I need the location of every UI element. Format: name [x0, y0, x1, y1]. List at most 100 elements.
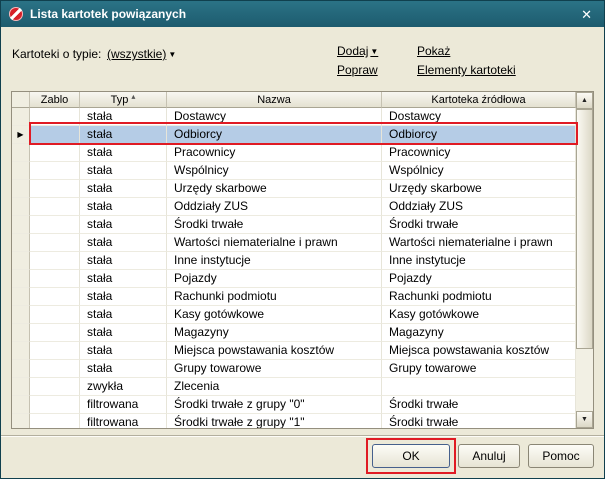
- link-dodaj[interactable]: Dodaj ▼: [337, 44, 417, 58]
- table-row[interactable]: stała Oddziały ZUS Oddziały ZUS: [12, 198, 576, 216]
- cell-nazwa: Oddziały ZUS: [167, 198, 382, 216]
- cell-typ: stała: [80, 270, 167, 288]
- table-row[interactable]: stała Magazyny Magazyny: [12, 324, 576, 342]
- cell-zablokowana: [30, 252, 80, 270]
- row-marker: [12, 180, 30, 198]
- cell-kartoteka-zrodlowa: Inne instytucje: [382, 252, 576, 270]
- help-button[interactable]: Pomoc: [528, 444, 594, 468]
- cell-zablokowana: [30, 108, 80, 126]
- header-nazwa[interactable]: Nazwa: [167, 92, 382, 108]
- table-row[interactable]: zwykła Zlecenia: [12, 378, 576, 396]
- row-marker: [12, 252, 30, 270]
- header-zablokowana[interactable]: Zablo: [30, 92, 80, 108]
- cell-kartoteka-zrodlowa: Pracownicy: [382, 144, 576, 162]
- cell-nazwa: Grupy towarowe: [167, 360, 382, 378]
- table-row[interactable]: filtrowana Środki trwałe z grupy "1" Śro…: [12, 414, 576, 428]
- cell-typ: zwykła: [80, 378, 167, 396]
- link-pokaz[interactable]: Pokaż: [417, 44, 516, 58]
- table-row[interactable]: stała Środki trwałe Środki trwałe: [12, 216, 576, 234]
- table-row[interactable]: stała Wspólnicy Wspólnicy: [12, 162, 576, 180]
- row-marker: [12, 216, 30, 234]
- header-kartoteka-zrodlowa[interactable]: Kartoteka źródłowa: [382, 92, 576, 108]
- table-row[interactable]: stała Rachunki podmiotu Rachunki podmiot…: [12, 288, 576, 306]
- cell-kartoteka-zrodlowa: Środki trwałe: [382, 414, 576, 428]
- sort-asc-icon: ▴: [131, 92, 136, 101]
- table-row[interactable]: stała Grupy towarowe Grupy towarowe: [12, 360, 576, 378]
- row-marker: [12, 396, 30, 414]
- cell-nazwa: Inne instytucje: [167, 252, 382, 270]
- cell-typ: filtrowana: [80, 414, 167, 428]
- cell-zablokowana: [30, 378, 80, 396]
- row-marker: [12, 378, 30, 396]
- cell-typ: stała: [80, 360, 167, 378]
- cell-nazwa: Zlecenia: [167, 378, 382, 396]
- link-elementy-kartoteki[interactable]: Elementy kartoteki: [417, 63, 516, 77]
- table-row[interactable]: filtrowana Środki trwałe z grupy "0" Śro…: [12, 396, 576, 414]
- cell-kartoteka-zrodlowa: Pojazdy: [382, 270, 576, 288]
- cell-zablokowana: [30, 216, 80, 234]
- cell-zablokowana: [30, 324, 80, 342]
- cell-zablokowana: [30, 270, 80, 288]
- cell-kartoteka-zrodlowa: Dostawcy: [382, 108, 576, 126]
- table-row[interactable]: stała Wartości niematerialne i prawn War…: [12, 234, 576, 252]
- window-title: Lista kartotek powiązanych: [30, 7, 187, 21]
- cell-zablokowana: [30, 198, 80, 216]
- scroll-down-icon[interactable]: ▼: [576, 411, 593, 428]
- table-row[interactable]: stała Urzędy skarbowe Urzędy skarbowe: [12, 180, 576, 198]
- cell-nazwa: Pracownicy: [167, 144, 382, 162]
- chevron-down-icon: ▼: [370, 47, 379, 56]
- table-row[interactable]: stała Kasy gotówkowe Kasy gotówkowe: [12, 306, 576, 324]
- table-row[interactable]: stała Miejsca powstawania kosztów Miejsc…: [12, 342, 576, 360]
- row-marker: [12, 360, 30, 378]
- type-filter-value: (wszystkie): [107, 47, 167, 61]
- row-marker: [12, 162, 30, 180]
- header-label: Nazwa: [257, 93, 291, 106]
- close-icon[interactable]: ✕: [577, 6, 596, 23]
- table-row[interactable]: ▶ stała Odbiorcy Odbiorcy: [12, 126, 576, 144]
- cell-kartoteka-zrodlowa: Grupy towarowe: [382, 360, 576, 378]
- cell-kartoteka-zrodlowa: Wspólnicy: [382, 162, 576, 180]
- cell-kartoteka-zrodlowa: Oddziały ZUS: [382, 198, 576, 216]
- row-marker: [12, 270, 30, 288]
- cell-zablokowana: [30, 144, 80, 162]
- vertical-scrollbar[interactable]: ▲ ▼: [576, 92, 593, 428]
- ok-button[interactable]: OK: [372, 444, 450, 468]
- scrollbar-thumb[interactable]: [576, 109, 593, 349]
- row-marker: [12, 324, 30, 342]
- grid-rows: stała Dostawcy Dostawcy ▶ stała Odbiorcy…: [12, 108, 576, 428]
- type-filter-dropdown[interactable]: (wszystkie) ▼: [107, 47, 176, 61]
- cell-nazwa: Odbiorcy: [167, 126, 382, 144]
- cell-typ: stała: [80, 216, 167, 234]
- header-label: Typ: [110, 93, 129, 106]
- cell-nazwa: Urzędy skarbowe: [167, 180, 382, 198]
- dialog-lista-kartotek: Lista kartotek powiązanych ✕ Kartoteki o…: [0, 0, 605, 479]
- cell-nazwa: Środki trwałe z grupy "1": [167, 414, 382, 428]
- header-typ[interactable]: Typ ▴: [80, 92, 167, 108]
- cell-kartoteka-zrodlowa: Środki trwałe: [382, 216, 576, 234]
- cell-typ: stała: [80, 180, 167, 198]
- row-marker: [12, 108, 30, 126]
- table-row[interactable]: stała Pojazdy Pojazdy: [12, 270, 576, 288]
- cell-typ: stała: [80, 342, 167, 360]
- cell-kartoteka-zrodlowa: Miejsca powstawania kosztów: [382, 342, 576, 360]
- cell-zablokowana: [30, 234, 80, 252]
- cell-nazwa: Wspólnicy: [167, 162, 382, 180]
- cell-kartoteka-zrodlowa: Urzędy skarbowe: [382, 180, 576, 198]
- cell-kartoteka-zrodlowa: Magazyny: [382, 324, 576, 342]
- table-row[interactable]: stała Dostawcy Dostawcy: [12, 108, 576, 126]
- cell-nazwa: Rachunki podmiotu: [167, 288, 382, 306]
- scroll-up-icon[interactable]: ▲: [576, 92, 593, 109]
- row-marker: [12, 144, 30, 162]
- table-row[interactable]: stała Inne instytucje Inne instytucje: [12, 252, 576, 270]
- row-marker: [12, 198, 30, 216]
- cell-zablokowana: [30, 306, 80, 324]
- cell-typ: stała: [80, 234, 167, 252]
- titlebar[interactable]: Lista kartotek powiązanych ✕: [1, 1, 604, 27]
- cancel-button[interactable]: Anuluj: [458, 444, 520, 468]
- cell-kartoteka-zrodlowa: [382, 378, 576, 396]
- cell-zablokowana: [30, 288, 80, 306]
- table-row[interactable]: stała Pracownicy Pracownicy: [12, 144, 576, 162]
- cell-zablokowana: [30, 180, 80, 198]
- link-popraw[interactable]: Popraw: [337, 63, 417, 77]
- cell-typ: stała: [80, 126, 167, 144]
